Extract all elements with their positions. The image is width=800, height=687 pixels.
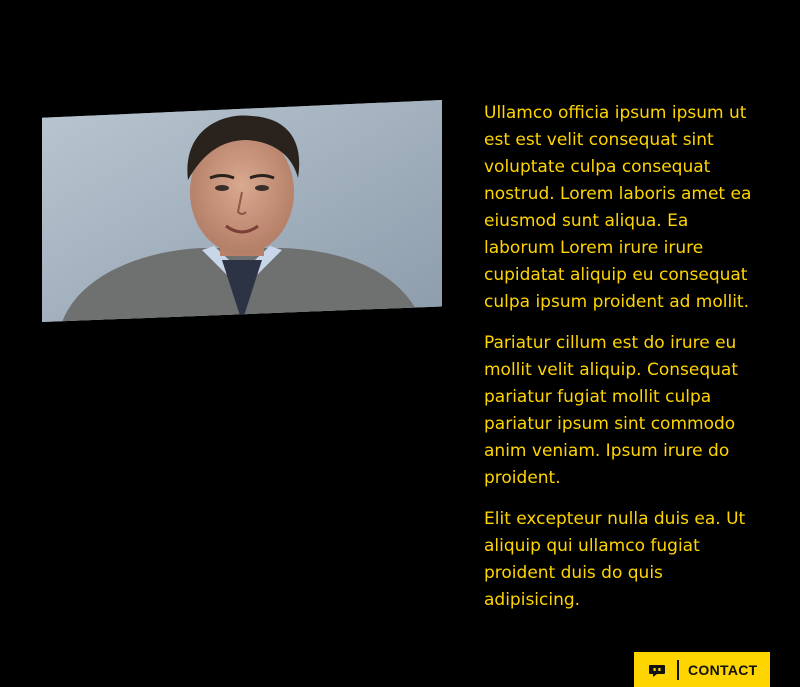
paragraph-3: Elit excepteur nulla duis ea. Ut aliquip… — [484, 509, 746, 610]
chat-bubble-icon — [648, 663, 666, 677]
portrait-image — [42, 100, 442, 322]
paragraph-1: Ullamco officia ipsum ipsum ut est est v… — [484, 103, 752, 312]
button-divider — [677, 659, 679, 680]
body-text: Ullamco officia ipsum ipsum ut est est v… — [484, 100, 760, 628]
contact-button[interactable]: CONTACT — [634, 652, 770, 687]
contact-label: CONTACT — [688, 661, 758, 678]
profile-photo — [42, 100, 442, 322]
paragraph-2: Pariatur cillum est do irure eu mollit v… — [484, 333, 738, 488]
